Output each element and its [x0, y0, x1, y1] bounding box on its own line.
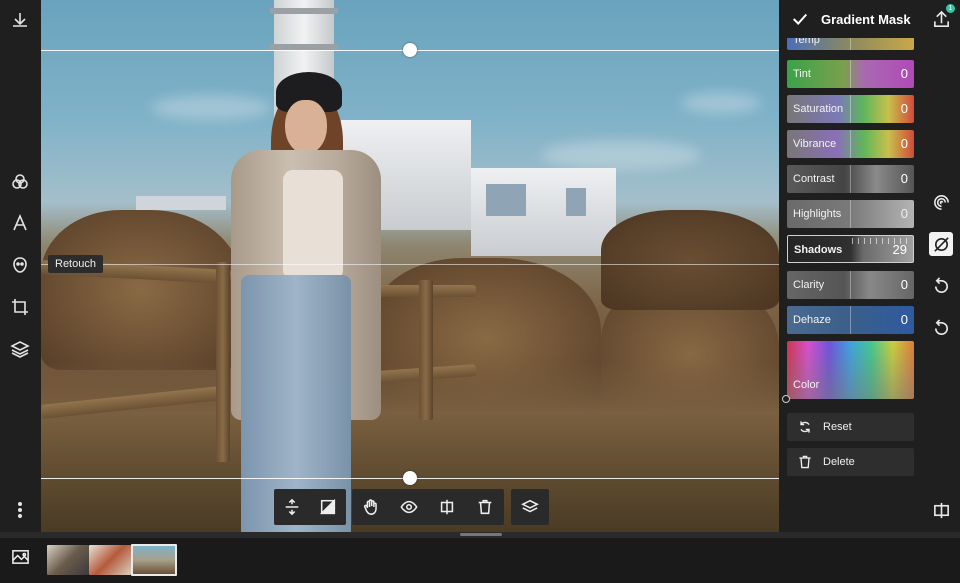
mask-center-line[interactable]	[41, 264, 779, 265]
slider-value: 29	[892, 242, 907, 257]
panel-title: Gradient Mask	[821, 11, 911, 27]
slider-label: Vibrance	[793, 138, 837, 150]
mask-layers-group	[511, 489, 549, 525]
slider-clarity[interactable]: Clarity 0	[787, 271, 914, 299]
filmstrip-drag-handle[interactable]	[460, 533, 502, 536]
woman-subject	[221, 70, 391, 532]
adjustments-panel: Gradient Mask Temp Tint 0 Saturation 0 V…	[779, 0, 922, 532]
slider-dehaze[interactable]: Dehaze 0	[787, 306, 914, 334]
slider-label: Clarity	[793, 279, 825, 291]
left-toolbar	[0, 0, 41, 532]
slider-label: Highlights	[793, 208, 842, 220]
slider-label: Dehaze	[793, 314, 831, 326]
upload-icon[interactable]: 1	[929, 4, 955, 31]
delete-label: Delete	[823, 456, 855, 468]
eye-icon[interactable]	[390, 489, 428, 525]
slider-shadows[interactable]: Shadows 29	[787, 235, 914, 263]
cloud	[681, 92, 761, 114]
slider-vibrance[interactable]: Vibrance 0	[787, 130, 914, 158]
building	[471, 168, 616, 256]
reset-button[interactable]: Reset	[787, 413, 914, 441]
bushes	[601, 210, 779, 310]
slider-value: 0	[900, 277, 908, 292]
slider-value: 0	[900, 171, 908, 186]
reset-icon	[800, 421, 810, 433]
mask-transform-group	[274, 489, 346, 525]
mask-actions-group	[352, 489, 504, 525]
color-picker[interactable]: Color	[787, 341, 914, 399]
fence-post	[419, 280, 433, 420]
gallery-icon[interactable]	[9, 545, 31, 567]
layers-icon[interactable]	[511, 489, 549, 525]
slider-label: Saturation	[793, 103, 844, 115]
app-window: Retouch Gradient Mask Temp Tint 0 Satura…	[0, 0, 960, 583]
pan-hand-icon[interactable]	[352, 489, 390, 525]
download-icon[interactable]	[8, 8, 32, 32]
more-icon[interactable]	[8, 498, 32, 522]
panel-scroll-indicator[interactable]	[782, 395, 790, 403]
reset-label: Reset	[823, 421, 852, 433]
filters-icon[interactable]	[8, 170, 32, 194]
slider-contrast[interactable]: Contrast 0	[787, 165, 914, 193]
trash-icon	[799, 455, 811, 469]
thumb-2[interactable]	[89, 545, 131, 575]
invert-icon[interactable]	[310, 489, 346, 525]
slider-value: 0	[900, 312, 908, 327]
retouch-tooltip: Retouch	[48, 255, 103, 273]
slider-value: 0	[900, 206, 908, 221]
check-icon[interactable]	[791, 10, 809, 28]
delete-button[interactable]: Delete	[787, 448, 914, 476]
right-toolbar: 1	[922, 0, 960, 532]
history-icon[interactable]	[929, 274, 953, 298]
slider-tint[interactable]: Tint 0	[787, 60, 914, 88]
slider-value: 0	[900, 136, 908, 151]
slider-saturation[interactable]: Saturation 0	[787, 95, 914, 123]
cloud	[541, 140, 701, 170]
trash-icon[interactable]	[466, 489, 504, 525]
slider-label: Contrast	[793, 173, 835, 185]
mirror-icon[interactable]	[274, 489, 310, 525]
panel-header: Gradient Mask	[779, 0, 922, 38]
slider-highlights[interactable]: Highlights 0	[787, 200, 914, 228]
photo-canvas[interactable]	[41, 0, 779, 532]
text-icon[interactable]	[8, 211, 32, 235]
hide-mask-icon[interactable]	[929, 232, 953, 256]
slider-value: 0	[900, 66, 908, 81]
crop-icon[interactable]	[8, 295, 32, 319]
color-label: Color	[793, 379, 820, 391]
slider-value: 0	[900, 101, 908, 116]
building	[136, 196, 226, 210]
mask-bottom-handle[interactable]	[403, 471, 417, 485]
thumb-3[interactable]	[131, 544, 177, 576]
mask-top-handle[interactable]	[403, 43, 417, 57]
upload-badge: 1	[946, 4, 955, 13]
compare-icon[interactable]	[929, 498, 953, 522]
undo-icon[interactable]	[929, 316, 953, 340]
split-icon[interactable]	[428, 489, 466, 525]
thumb-1[interactable]	[47, 545, 89, 575]
rock	[41, 210, 241, 370]
slider-label: Tint	[793, 68, 811, 80]
spiral-icon[interactable]	[929, 190, 953, 214]
layers-icon[interactable]	[8, 337, 32, 361]
retouch-icon[interactable]	[8, 253, 32, 277]
slider-label: Shadows	[794, 244, 843, 256]
